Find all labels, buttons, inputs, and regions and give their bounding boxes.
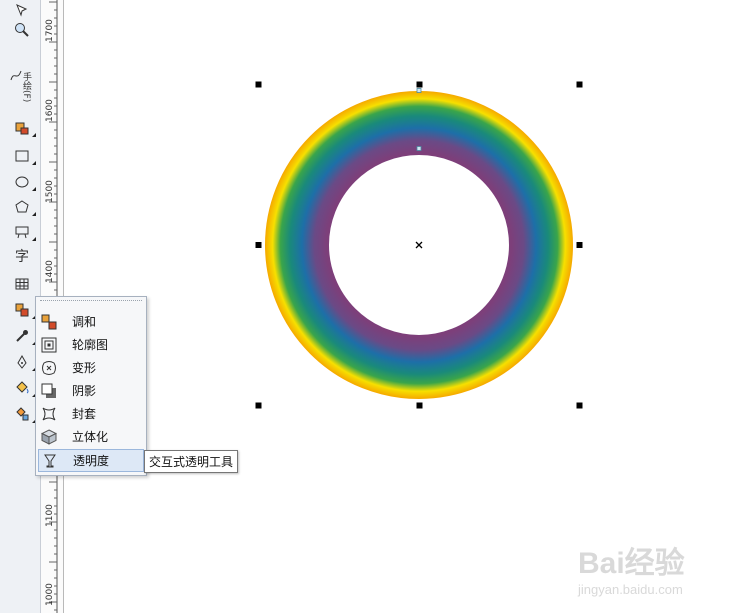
smart-fill-tool-icon[interactable] [8, 118, 36, 138]
distort-icon [40, 360, 58, 376]
transparency-icon [41, 453, 59, 469]
effects-flyout-menu: 调和 轮廓图 变形 阴影 封套 立体化 透明度 [35, 296, 147, 476]
shape-tool-icon[interactable] [8, 0, 36, 20]
flyout-item-label: 变形 [72, 361, 97, 375]
flyout-item-transparency[interactable]: 透明度 [38, 449, 144, 472]
flyout-item-label: 立体化 [72, 430, 109, 444]
contour-icon [40, 337, 58, 353]
shadow-icon [40, 383, 58, 399]
polygon-tool-icon[interactable] [8, 197, 36, 217]
ruler-label-1000: 1000 [45, 583, 55, 606]
flyout-item-envelope[interactable]: 封套 [38, 403, 142, 424]
flyout-item-blend[interactable]: 调和 [38, 311, 142, 332]
ruler-label-1400: 1400 [45, 260, 55, 283]
ruler-label-1500: 1500 [45, 180, 55, 203]
rectangle-tool-icon[interactable] [8, 146, 36, 166]
flyout-item-label: 轮廓图 [72, 338, 109, 352]
ruler-label-1700: 1700 [45, 19, 55, 42]
ring-nodes[interactable] [416, 88, 422, 151]
tooltip: 交互式透明工具 [144, 450, 239, 473]
flyout-item-label: 透明度 [73, 454, 110, 468]
watermark-brand: Bai经验 [578, 547, 685, 580]
blend-icon [40, 314, 58, 330]
flyout-item-shadow[interactable]: 阴影 [38, 380, 142, 401]
envelope-icon [40, 406, 58, 422]
text-tool[interactable]: 字 [8, 246, 36, 266]
flyout-item-distort[interactable]: 变形 [38, 357, 142, 378]
ruler-label-1100: 1100 [45, 504, 55, 527]
outline-pen-tool-icon[interactable] [8, 352, 36, 372]
selection-handles[interactable] [255, 81, 583, 409]
interactive-fill-tool-icon[interactable] [8, 404, 36, 424]
eyedropper-tool-icon[interactable] [8, 326, 36, 346]
extrude-icon [40, 428, 58, 445]
flyout-item-contour[interactable]: 轮廓图 [38, 334, 142, 355]
watermark-url: jingyan.baidu.com [578, 582, 683, 597]
flyout-item-label: 阴影 [72, 384, 97, 398]
freehand-tool[interactable]: 手绘(F) [8, 66, 36, 106]
table-tool-icon[interactable] [8, 274, 36, 294]
watermark: Bai经验 jingyan.baidu.com [578, 538, 685, 597]
freehand-label: 手绘(F) [21, 72, 31, 103]
flyout-item-label: 调和 [72, 315, 97, 329]
zoom-tool-icon[interactable] [8, 20, 36, 40]
flyout-grip[interactable] [40, 300, 142, 303]
ruler-label-1600: 1600 [45, 99, 55, 122]
flyout-item-label: 封套 [72, 407, 97, 421]
rainbow-ring[interactable] [265, 91, 573, 399]
fill-tool-icon[interactable] [8, 378, 36, 398]
center-marker-icon [415, 241, 423, 249]
flyout-item-extrude[interactable]: 立体化 [38, 426, 142, 447]
blend-tool-icon[interactable] [8, 300, 36, 320]
ellipse-tool-icon[interactable] [8, 172, 36, 192]
basic-shapes-tool-icon[interactable] [8, 222, 36, 242]
